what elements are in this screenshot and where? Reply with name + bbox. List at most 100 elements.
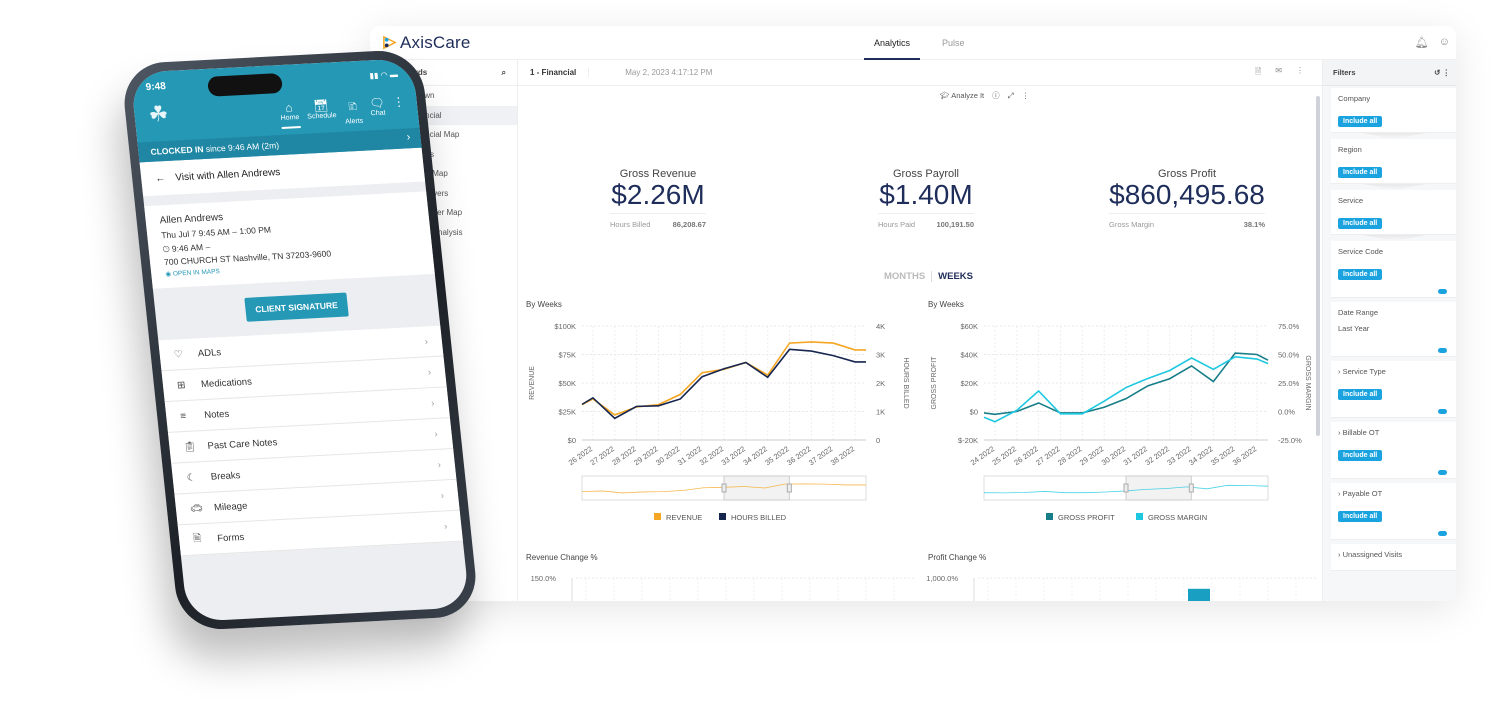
kpi-sub-value: 100,191.50 xyxy=(936,220,974,230)
visit-title: Visit with Allen Andrews xyxy=(174,166,281,184)
include-all-button[interactable]: Include all xyxy=(1338,511,1383,522)
phone-app-header: 9:48 ▮▮ ◠ ▬ ☘ ⌂ Home 📅︎ Schedule 🗈︎ Alerts … xyxy=(130,58,422,163)
chevron-right-icon: › xyxy=(437,459,442,471)
filter-label: Company xyxy=(1338,94,1371,103)
x-tick-label: 35 2022 xyxy=(763,444,790,467)
filter-label-text: Payable OT xyxy=(1342,489,1383,498)
profit-change-chart: 750.0%1,000.0% xyxy=(926,574,1318,601)
y-tick-label: $0 xyxy=(568,436,576,445)
filter-toggle[interactable] xyxy=(1338,462,1449,475)
include-all-button[interactable]: Include all xyxy=(1338,218,1383,229)
x-tick-label: 32 2022 xyxy=(1143,444,1170,467)
mobile-phone: 9:48 ▮▮ ◠ ▬ ☘ ⌂ Home 📅︎ Schedule 🗈︎ Alerts … xyxy=(120,48,480,632)
filter-toggle[interactable] xyxy=(1338,401,1449,414)
nav-more[interactable]: ⋮ xyxy=(392,95,407,123)
legend-label: HOURS BILLED xyxy=(731,513,787,522)
x-tick-label: 25 2022 xyxy=(991,444,1018,467)
search-icon[interactable]: ⌕ xyxy=(502,68,506,78)
back-arrow-icon[interactable]: ← xyxy=(155,173,166,184)
kpi-sub-value: 86,208.67 xyxy=(672,220,706,230)
filter-label-text: Service Type xyxy=(1342,367,1386,376)
date-range-value[interactable]: Last Year xyxy=(1338,324,1449,333)
range-handle-right xyxy=(786,483,792,493)
include-all-button[interactable]: Include all xyxy=(1338,167,1383,178)
map-pin-icon: ◉ xyxy=(165,270,172,278)
expand-icon[interactable]: ⤢ xyxy=(1008,91,1014,101)
more-icon[interactable]: ⋮ xyxy=(1022,91,1030,100)
nav-alerts[interactable]: 🗈︎ Alerts xyxy=(343,97,364,126)
legend-swatch xyxy=(1046,513,1053,520)
include-all-button[interactable]: Include all xyxy=(1338,116,1383,127)
y-axis-label: REVENUE xyxy=(529,366,536,400)
y2-tick-label: 4K xyxy=(876,322,885,331)
kpi-value: $860,495.68 xyxy=(1109,179,1265,210)
chevron-right-icon: › xyxy=(430,397,435,409)
filter-toggle[interactable] xyxy=(1338,523,1449,536)
filter-label[interactable]: › Unassigned Visits xyxy=(1338,550,1449,559)
x-tick-label: 32 2022 xyxy=(698,444,725,467)
y-tick-label: $50K xyxy=(558,379,576,388)
x-tick-label: 36 2022 xyxy=(785,444,812,467)
weeks-toggle[interactable]: WEEKS xyxy=(938,271,973,282)
chat-icon: 🗨︎ xyxy=(368,95,386,111)
filter-service-code: Service Code Include all xyxy=(1331,241,1456,298)
months-toggle[interactable]: MONTHS xyxy=(884,271,925,282)
revenue-hours-chart: 26 202227 202228 202229 202230 202231 20… xyxy=(529,322,909,522)
chevron-right-icon: › xyxy=(424,336,429,348)
kpi-gross-payroll: Gross Payroll $1.40M Hours Paid 100,191.5… xyxy=(878,168,974,229)
pdf-icon[interactable]: 🗎︎ xyxy=(1255,66,1261,80)
nav-home[interactable]: ⌂ Home xyxy=(278,100,301,129)
filters-panel: Filters ↺ ⋮ Company Include all Region I… xyxy=(1322,60,1456,601)
reset-icon[interactable]: ↺ xyxy=(1434,68,1440,77)
dashboard-title: 1 - Financial xyxy=(518,68,590,77)
profit-margin-chart: 24 202225 202226 202227 202228 202229 20… xyxy=(931,322,1311,522)
include-all-button[interactable]: Include all xyxy=(1338,269,1383,280)
tab-pulse[interactable]: Pulse xyxy=(932,26,975,60)
y2-tick-label: -25.0% xyxy=(1278,436,1302,445)
filter-toggle[interactable] xyxy=(1338,281,1449,294)
heart-icon: ♡ xyxy=(173,348,184,361)
nav-label: Alerts xyxy=(344,117,364,126)
nav-label: Schedule xyxy=(307,112,337,121)
legend-label: GROSS MARGIN xyxy=(1148,513,1207,522)
y2-tick-label: 0.0% xyxy=(1278,408,1295,417)
filter-unassigned-visits: › Unassigned Visits xyxy=(1331,544,1456,571)
phone-screen: 9:48 ▮▮ ◠ ▬ ☘ ⌂ Home 📅︎ Schedule 🗈︎ Alerts … xyxy=(130,58,470,622)
filters-actions: ↺ ⋮ xyxy=(1434,68,1450,77)
nav-schedule[interactable]: 📅︎ Schedule xyxy=(306,98,338,127)
phone-nav: ⌂ Home 📅︎ Schedule 🗈︎ Alerts 🗨︎ Chat ⋮ xyxy=(278,95,407,129)
bell-icon[interactable]: 🔔︎ xyxy=(1415,36,1429,49)
x-tick-label: 35 2022 xyxy=(1209,444,1236,467)
chart-title-profit-change: Profit Change % xyxy=(928,553,987,562)
user-icon[interactable]: ☺ xyxy=(1439,36,1450,49)
y-tick-label: $25K xyxy=(558,408,576,417)
kpi-value: $2.26M xyxy=(611,179,705,210)
filter-label[interactable]: › Billable OT xyxy=(1338,428,1449,437)
filter-region: Region Include all xyxy=(1331,139,1456,184)
x-tick-label: 29 2022 xyxy=(1078,444,1105,467)
client-signature-button[interactable]: CLIENT SIGNATURE xyxy=(244,292,350,322)
include-all-button[interactable]: Include all xyxy=(1338,389,1383,400)
header-actions: 🗎︎ ✉ ⋮ xyxy=(1255,66,1322,80)
x-tick-label: 36 2022 xyxy=(1231,444,1258,467)
chart-title-revenue-change: Revenue Change % xyxy=(526,553,598,562)
analyze-it-button[interactable]: 🎓︎ Analyze It xyxy=(940,91,984,100)
nav-chat[interactable]: 🗨︎ Chat xyxy=(369,96,387,125)
info-icon[interactable]: ⓘ xyxy=(992,90,1000,101)
filter-label[interactable]: › Payable OT xyxy=(1338,489,1449,498)
legend-label: REVENUE xyxy=(666,513,702,522)
app-body: Dashboards ⌕ 🗀︎Drill Down ≡1 - Financial… xyxy=(370,60,1456,601)
filter-payable-ot: › Payable OT Include all xyxy=(1331,483,1456,540)
filter-label[interactable]: › Service Type xyxy=(1338,367,1449,376)
filter-toggle[interactable] xyxy=(1338,340,1449,353)
tab-analytics[interactable]: Analytics xyxy=(864,26,921,60)
include-all-button[interactable]: Include all xyxy=(1338,450,1383,461)
kpi-sub: Hours Paid 100,191.50 xyxy=(878,213,974,229)
x-tick-label: 29 2022 xyxy=(632,444,659,467)
x-tick-label: 31 2022 xyxy=(1122,444,1149,467)
main-scrollbar[interactable] xyxy=(1316,96,1320,436)
more-icon[interactable]: ⋮ xyxy=(1296,66,1304,80)
more-icon: ⋮ xyxy=(391,94,406,110)
more-icon[interactable]: ⋮ xyxy=(1443,68,1451,77)
email-icon[interactable]: ✉ xyxy=(1275,66,1282,80)
